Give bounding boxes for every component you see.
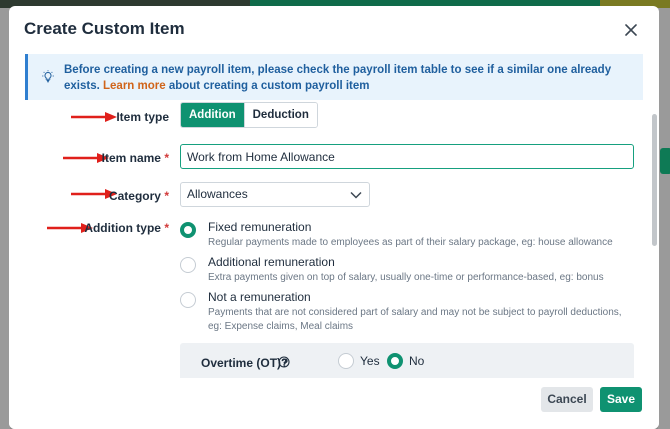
radio-additional-remuneration[interactable]: Additional remuneration Extra payments g… <box>180 255 630 285</box>
radio-button[interactable] <box>180 292 196 308</box>
info-banner: Before creating a new payroll item, plea… <box>25 54 643 100</box>
help-circle-icon[interactable] <box>278 356 290 368</box>
radio-button[interactable] <box>180 222 196 238</box>
info-text-after: about creating a custom payroll item <box>165 80 370 92</box>
category-selected-value: Allowances <box>187 187 248 201</box>
overtime-no-label: No <box>409 354 425 368</box>
category-select[interactable]: Allowances <box>180 182 370 207</box>
radio-title: Fixed remuneration <box>208 220 312 234</box>
radio-button[interactable] <box>338 353 354 369</box>
background-app-right <box>658 8 670 429</box>
close-icon <box>625 24 637 36</box>
overtime-yes-label: Yes <box>360 354 380 368</box>
category-label: Category * <box>108 189 169 203</box>
item-type-deduction-button[interactable]: Deduction <box>243 103 317 127</box>
learn-more-link[interactable]: Learn more <box>103 80 166 92</box>
create-custom-item-modal: Create Custom Item Before creating a new… <box>9 6 659 429</box>
item-type-addition-button[interactable]: Addition <box>181 103 244 127</box>
radio-button[interactable] <box>180 257 196 273</box>
modal-title: Create Custom Item <box>24 19 185 38</box>
item-name-label: Item name * <box>101 151 169 165</box>
item-name-input[interactable] <box>180 144 634 169</box>
overtime-panel: Overtime (OT)? Yes No <box>180 343 634 378</box>
addition-type-label: Addition type * <box>84 221 169 235</box>
lightbulb-icon <box>42 70 54 83</box>
radio-description: Payments that are not considered part of… <box>208 307 622 332</box>
radio-not-a-remuneration[interactable]: Not a remuneration Payments that are not… <box>180 290 630 334</box>
radio-fixed-remuneration[interactable]: Fixed remuneration Regular payments made… <box>180 220 630 250</box>
modal-scrollbar[interactable] <box>652 114 657 246</box>
chevron-down-icon <box>350 191 362 199</box>
cancel-button[interactable]: Cancel <box>541 387 593 412</box>
radio-description: Extra payments given on top of salary, u… <box>208 272 604 283</box>
close-button[interactable] <box>621 20 641 40</box>
info-text: Before creating a new payroll item, plea… <box>64 62 624 94</box>
save-button[interactable]: Save <box>600 387 642 412</box>
radio-button[interactable] <box>387 353 403 369</box>
overtime-label: Overtime (OT)? <box>201 356 289 370</box>
radio-description: Regular payments made to employees as pa… <box>208 237 613 248</box>
modal-footer: Cancel Save <box>9 378 659 429</box>
modal-body: Item type Addition Deduction Item name *… <box>9 102 659 378</box>
item-type-label: Item type <box>116 110 169 124</box>
item-type-toggle: Addition Deduction <box>180 102 318 128</box>
radio-title: Not a remuneration <box>208 290 311 304</box>
radio-title: Additional remuneration <box>208 255 335 269</box>
